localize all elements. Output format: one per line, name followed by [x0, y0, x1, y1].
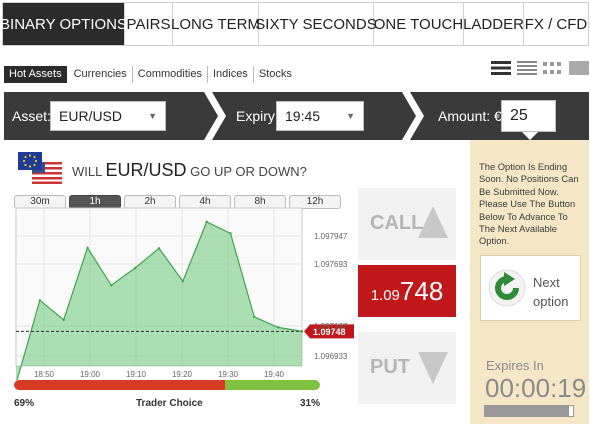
chart-data-point [133, 266, 137, 270]
tab-fx-cfd[interactable]: FX / CFD [524, 3, 588, 45]
next-option-line2: option [533, 294, 569, 309]
next-option-button[interactable]: Next option [480, 255, 581, 321]
chart-data-point [157, 247, 161, 250]
chart-panel: WILL EUR/USD GO UP OR DOWN? 30m 1h 2h 4h… [4, 140, 468, 424]
tab-pairs[interactable]: PAIRS [125, 3, 173, 45]
asset-select[interactable]: EUR/USD ▼ [50, 101, 166, 131]
chart-x-tick-label: 19:10 [126, 370, 147, 379]
chart-data-point [205, 220, 208, 224]
sub-tab-currencies[interactable]: Currencies [69, 65, 133, 83]
chart-x-tick-label: 19:20 [172, 370, 193, 379]
view-mode-switcher [491, 60, 589, 76]
trader-choice-call-share [14, 380, 226, 390]
chart-x-tick-label: 19:30 [218, 370, 239, 379]
trader-choice-put-share [225, 380, 320, 390]
view-list-icon[interactable] [517, 60, 537, 76]
chart-data-point [253, 315, 256, 319]
chart-data-point [110, 284, 113, 287]
eur-usd-flag-icon [18, 152, 62, 184]
question-prefix: WILL [72, 164, 106, 179]
call-button[interactable]: CALL [358, 188, 456, 260]
view-grid-icon[interactable] [543, 60, 563, 76]
sub-tab-hot-assets[interactable]: Hot Assets [4, 65, 67, 83]
tab-ladder[interactable]: LADDER [463, 3, 524, 45]
asset-label: Asset: [12, 108, 51, 124]
sub-tab-indices[interactable]: Indices [208, 65, 254, 83]
chart-y-tick-label: 1.097693 [314, 260, 348, 269]
chart-data-point [181, 280, 185, 283]
asset-select-value: EUR/USD [59, 108, 123, 124]
trader-choice-bar [14, 380, 320, 390]
expiry-progress-fill [485, 406, 569, 416]
current-price: 1.09748 [358, 265, 456, 317]
chevron-down-icon: ▼ [148, 111, 157, 121]
chart-y-tick-label: 1.097187 [314, 322, 348, 331]
price-highlight: 748 [399, 276, 444, 306]
chevron-right-icon [204, 92, 226, 140]
chart-y-tick-label: 1.097947 [314, 232, 348, 241]
chevron-down-icon: ▼ [346, 111, 355, 121]
chart-data-point [62, 318, 65, 322]
amount-input[interactable]: 25 [501, 100, 556, 132]
arrow-down-icon [418, 352, 448, 384]
option-ending-message: The Option Is Ending Soon. No Positions … [479, 161, 579, 247]
option-status-panel: The Option Is Ending Soon. No Positions … [470, 140, 589, 424]
chart-data-point [276, 326, 280, 329]
tab-sixty-seconds[interactable]: SIXTY SECONDS [255, 3, 377, 45]
asset-category-nav: Hot Assets Currencies Commodities Indice… [4, 64, 297, 84]
tab-binary-options[interactable]: BINARY OPTIONS [0, 3, 127, 45]
price-chart: 1.097481.0979471.0976931.0971871.0969331… [15, 207, 354, 380]
expiry-select-value: 19:45 [285, 108, 321, 124]
chevron-right-icon [402, 92, 424, 140]
tab-long-term[interactable]: LONG TERM [171, 3, 260, 45]
trader-choice-label: Trader Choice [136, 398, 203, 409]
question-asset: EUR/USD [105, 160, 187, 180]
amount-label: Amount: € [438, 108, 502, 124]
view-tile-icon[interactable] [569, 60, 589, 76]
price-prefix: 1.09 [370, 287, 400, 304]
chart-data-point [38, 299, 42, 302]
expires-countdown: 00:00:19 [485, 373, 587, 403]
trade-settings-bar: Asset: EUR/USD ▼ Expiry: 19:45 ▼ Amount:… [4, 92, 589, 140]
tab-one-touch[interactable]: ONE TOUCH [374, 3, 464, 45]
chart-x-tick-label: 19:00 [80, 370, 101, 379]
expiry-label: Expiry: [236, 108, 279, 124]
top-nav: BINARY OPTIONS PAIRS LONG TERM SIXTY SEC… [0, 2, 589, 46]
view-list-thick-icon[interactable] [491, 60, 511, 76]
refresh-icon [488, 269, 526, 307]
expiry-select[interactable]: 19:45 ▼ [276, 101, 364, 131]
chart-data-point [229, 232, 232, 235]
sub-tab-commodities[interactable]: Commodities [133, 65, 208, 83]
put-label: PUT [370, 356, 410, 378]
chart-y-tick-label: 1.096933 [314, 352, 348, 361]
chart-x-tick-label: 19:40 [264, 370, 285, 379]
expiry-progress-bar [484, 405, 574, 417]
next-option-line1: Next [533, 275, 560, 290]
put-button[interactable]: PUT [358, 332, 456, 404]
trader-choice-right-pct: 31% [299, 398, 320, 409]
trader-choice-left-pct: 69% [14, 398, 35, 409]
chart-x-tick-label: 18:50 [34, 370, 55, 379]
chart-data-point [86, 246, 89, 249]
prediction-question: WILL EUR/USD GO UP OR DOWN? [72, 160, 307, 181]
question-suffix: GO UP OR DOWN? [186, 164, 307, 179]
sub-tab-stocks[interactable]: Stocks [254, 66, 297, 83]
expires-label: Expires In [486, 358, 544, 373]
next-option-label: Next option [533, 273, 568, 311]
arrow-up-icon [418, 206, 448, 238]
